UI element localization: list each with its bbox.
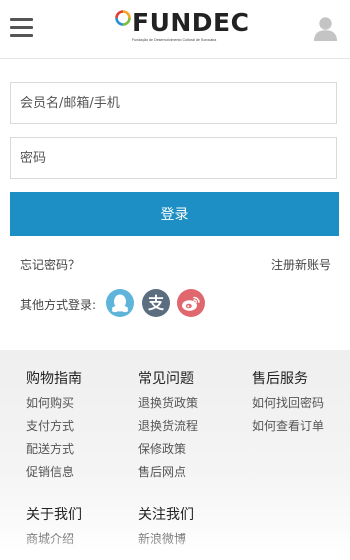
footer-link[interactable]: 退换货政策 <box>138 394 198 411</box>
footer-link[interactable]: 如何找回密码 <box>252 394 324 411</box>
hamburger-menu-icon <box>10 18 33 21</box>
user-account-button[interactable] <box>314 16 337 41</box>
qq-icon <box>111 294 129 313</box>
hamburger-menu-icon-line <box>10 34 33 37</box>
weibo-icon <box>182 296 200 311</box>
footer-link[interactable]: 如何购买 <box>26 394 74 411</box>
forgot-password-link[interactable]: 忘记密码？ <box>20 256 80 273</box>
footer-link[interactable]: 售后网点 <box>138 463 186 480</box>
other-login-label: 其他方式登录: <box>20 298 97 312</box>
footer-link[interactable]: 新浪微博 <box>138 530 186 547</box>
svg-text:支: 支 <box>147 294 165 313</box>
logo-mark-icon <box>115 10 131 26</box>
login-button[interactable]: 登录 <box>10 192 339 236</box>
register-link[interactable]: 注册新账号 <box>271 256 331 273</box>
fundec-logo[interactable]: FUNDEC Fundação de Desenvolvimento Cultu… <box>115 8 249 49</box>
menu-button[interactable] <box>10 18 34 38</box>
username-field <box>10 82 337 124</box>
alipay-login-button[interactable]: 支 <box>142 289 170 317</box>
header-bar: FUNDEC Fundação de Desenvolvimento Cultu… <box>0 0 350 59</box>
footer-title-faq: 常见问题 <box>138 371 194 387</box>
footer-link[interactable]: 支付方式 <box>26 417 74 434</box>
footer-links: 购物指南 如何购买 支付方式 配送方式 促销信息 常见问题 退换货政策 退换货流… <box>0 350 350 560</box>
footer-title-follow-us: 关注我们 <box>138 507 194 523</box>
username-input[interactable] <box>11 83 336 123</box>
qq-login-button[interactable] <box>106 289 134 317</box>
footer-link[interactable]: 配送方式 <box>26 440 74 457</box>
footer-link[interactable]: 如何查看订单 <box>252 417 324 434</box>
alipay-icon: 支 <box>147 294 165 313</box>
weibo-login-button[interactable] <box>177 289 205 317</box>
footer-link[interactable]: 保修政策 <box>138 440 186 457</box>
password-field <box>10 137 337 179</box>
footer-link[interactable]: 退换货流程 <box>138 417 198 434</box>
footer-title-about-us: 关于我们 <box>26 507 82 523</box>
footer-title-after-sales: 售后服务 <box>252 371 308 387</box>
footer-title-shopping-guide: 购物指南 <box>26 371 82 387</box>
password-input[interactable] <box>11 138 336 178</box>
footer-link[interactable]: 商城介绍 <box>26 530 74 547</box>
footer-link[interactable]: 促销信息 <box>26 463 74 480</box>
logo-text: FUNDEC <box>132 8 250 37</box>
user-icon <box>314 17 337 41</box>
logo-subtitle: Fundação de Desenvolvimento Cultural de … <box>132 38 217 42</box>
hamburger-menu-icon-line <box>10 26 33 29</box>
